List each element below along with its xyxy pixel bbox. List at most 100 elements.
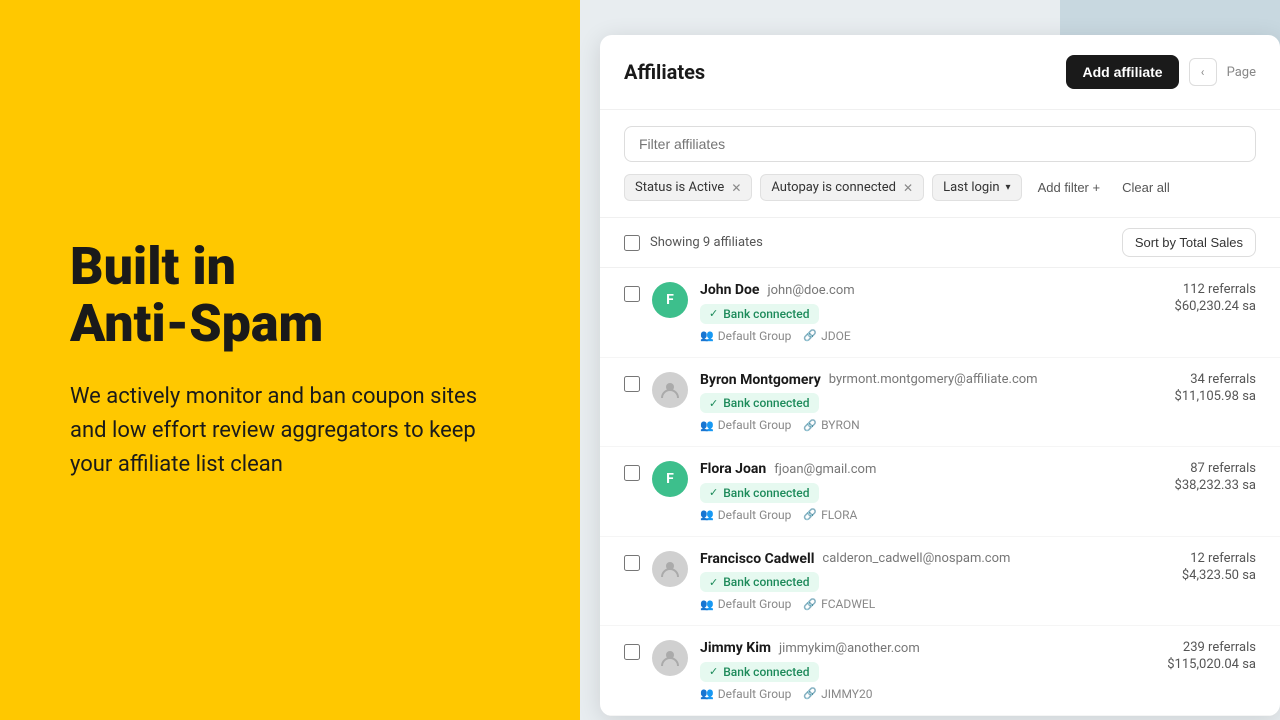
affiliate-stats-1: 34 referrals $11,105.98 sa — [1126, 372, 1256, 404]
affiliate-stats-0: 112 referrals $60,230.24 sa — [1126, 282, 1256, 314]
meta-group-2: 👥 Default Group — [700, 508, 791, 522]
affiliate-email-2: fjoan@gmail.com — [774, 462, 876, 477]
table-header-row: Showing 9 affiliates Sort by Total Sales — [600, 218, 1280, 268]
code-icon-0: 🔗 — [803, 329, 817, 342]
nav-prev-button[interactable]: ‹ — [1189, 58, 1217, 86]
sales-2: $38,232.33 sa — [1175, 478, 1256, 493]
affiliate-info-0: John Doe john@doe.com Bank connected 👥 D… — [700, 282, 1114, 343]
bank-badge-1: Bank connected — [700, 393, 819, 413]
row-checkbox-0[interactable] — [624, 286, 640, 302]
chevron-down-icon: ▾ — [1006, 182, 1011, 193]
meta-code-1: 🔗 BYRON — [803, 418, 859, 432]
affiliate-name-3: Francisco Cadwell — [700, 551, 814, 567]
showing-label: Showing 9 affiliates — [650, 235, 763, 250]
table-row: Byron Montgomery byrmont.montgomery@affi… — [600, 358, 1280, 448]
filter-status[interactable]: Status is Active ✕ — [624, 174, 752, 201]
sales-4: $115,020.04 sa — [1167, 657, 1256, 672]
row-checkbox-1[interactable] — [624, 376, 640, 392]
right-panel: Affiliates Add affiliate ‹ Page Status i… — [580, 0, 1280, 720]
meta-group-1: 👥 Default Group — [700, 418, 791, 432]
referrals-0: 112 referrals — [1183, 282, 1256, 297]
affiliate-meta-0: 👥 Default Group 🔗 JDOE — [700, 329, 1114, 343]
meta-group-4: 👥 Default Group — [700, 687, 791, 701]
affiliate-name-1: Byron Montgomery — [700, 372, 821, 388]
avatar-3 — [652, 551, 688, 587]
affiliate-info-1: Byron Montgomery byrmont.montgomery@affi… — [700, 372, 1114, 433]
avatar-0: F — [652, 282, 688, 318]
avatar-4 — [652, 640, 688, 676]
affiliate-info-4: Jimmy Kim jimmykim@another.com Bank conn… — [700, 640, 1114, 701]
bank-badge-0: Bank connected — [700, 304, 819, 324]
remove-autopay-filter[interactable]: ✕ — [903, 181, 913, 195]
referrals-1: 34 referrals — [1190, 372, 1256, 387]
headline: Built in Anti-Spam — [70, 238, 510, 352]
left-panel: Built in Anti-Spam We actively monitor a… — [0, 0, 580, 720]
affiliate-name-4: Jimmy Kim — [700, 640, 771, 656]
header-right: Add affiliate ‹ Page — [1066, 55, 1256, 89]
sales-1: $11,105.98 sa — [1175, 389, 1256, 404]
card-title: Affiliates — [624, 60, 705, 84]
page-label: Page — [1227, 65, 1256, 80]
group-icon-2: 👥 — [700, 508, 714, 521]
filter-tags: Status is Active ✕ Autopay is connected … — [624, 174, 1256, 201]
search-input[interactable] — [624, 126, 1256, 162]
bank-badge-3: Bank connected — [700, 572, 819, 592]
code-icon-3: 🔗 — [803, 598, 817, 611]
meta-code-3: 🔗 FCADWEL — [803, 597, 875, 611]
row-checkbox-3[interactable] — [624, 555, 640, 571]
affiliate-name-2: Flora Joan — [700, 461, 766, 477]
affiliate-meta-1: 👥 Default Group 🔗 BYRON — [700, 418, 1114, 432]
affiliate-info-3: Francisco Cadwell calderon_cadwell@nospa… — [700, 551, 1114, 612]
avatar-1 — [652, 372, 688, 408]
sales-0: $60,230.24 sa — [1175, 299, 1256, 314]
add-affiliate-button[interactable]: Add affiliate — [1066, 55, 1178, 89]
filter-autopay[interactable]: Autopay is connected ✕ — [760, 174, 924, 201]
affiliate-email-3: calderon_cadwell@nospam.com — [822, 551, 1010, 566]
code-icon-2: 🔗 — [803, 508, 817, 521]
meta-code-4: 🔗 JIMMY20 — [803, 687, 872, 701]
row-checkbox-4[interactable] — [624, 644, 640, 660]
group-icon-0: 👥 — [700, 329, 714, 342]
table-row: Francisco Cadwell calderon_cadwell@nospa… — [600, 537, 1280, 627]
affiliate-email-0: john@doe.com — [767, 283, 854, 298]
affiliate-list: F John Doe john@doe.com Bank connected 👥… — [600, 268, 1280, 716]
meta-code-2: 🔗 FLORA — [803, 508, 857, 522]
affiliate-stats-3: 12 referrals $4,323.50 sa — [1126, 551, 1256, 583]
affiliate-stats-4: 239 referrals $115,020.04 sa — [1126, 640, 1256, 672]
meta-group-3: 👥 Default Group — [700, 597, 791, 611]
affiliate-meta-3: 👥 Default Group 🔗 FCADWEL — [700, 597, 1114, 611]
sort-button[interactable]: Sort by Total Sales — [1122, 228, 1256, 257]
filter-area: Status is Active ✕ Autopay is connected … — [600, 110, 1280, 218]
bank-badge-2: Bank connected — [700, 483, 819, 503]
select-all-checkbox[interactable] — [624, 235, 640, 251]
add-filter-button[interactable]: Add filter + — [1030, 175, 1109, 200]
affiliate-email-1: byrmont.montgomery@affiliate.com — [829, 372, 1038, 387]
row-checkbox-2[interactable] — [624, 465, 640, 481]
filter-last-login[interactable]: Last login ▾ — [932, 174, 1022, 201]
group-icon-1: 👥 — [700, 419, 714, 432]
code-icon-4: 🔗 — [803, 687, 817, 700]
code-icon-1: 🔗 — [803, 419, 817, 432]
meta-code-0: 🔗 JDOE — [803, 329, 850, 343]
affiliate-meta-2: 👥 Default Group 🔗 FLORA — [700, 508, 1114, 522]
meta-group-0: 👥 Default Group — [700, 329, 791, 343]
sales-3: $4,323.50 sa — [1182, 568, 1256, 583]
avatar-2: F — [652, 461, 688, 497]
table-row: F Flora Joan fjoan@gmail.com Bank connec… — [600, 447, 1280, 537]
affiliate-stats-2: 87 referrals $38,232.33 sa — [1126, 461, 1256, 493]
affiliate-name-0: John Doe — [700, 282, 759, 298]
description: We actively monitor and ban coupon sites… — [70, 380, 510, 482]
affiliate-meta-4: 👥 Default Group 🔗 JIMMY20 — [700, 687, 1114, 701]
referrals-2: 87 referrals — [1190, 461, 1256, 476]
clear-all-button[interactable]: Clear all — [1116, 175, 1176, 200]
card-header: Affiliates Add affiliate ‹ Page — [600, 35, 1280, 110]
table-row: Jimmy Kim jimmykim@another.com Bank conn… — [600, 626, 1280, 716]
referrals-4: 239 referrals — [1183, 640, 1256, 655]
app-card: Affiliates Add affiliate ‹ Page Status i… — [600, 35, 1280, 716]
bank-badge-4: Bank connected — [700, 662, 819, 682]
affiliate-info-2: Flora Joan fjoan@gmail.com Bank connecte… — [700, 461, 1114, 522]
group-icon-4: 👥 — [700, 687, 714, 700]
referrals-3: 12 referrals — [1190, 551, 1256, 566]
table-row: F John Doe john@doe.com Bank connected 👥… — [600, 268, 1280, 358]
remove-status-filter[interactable]: ✕ — [731, 181, 741, 195]
